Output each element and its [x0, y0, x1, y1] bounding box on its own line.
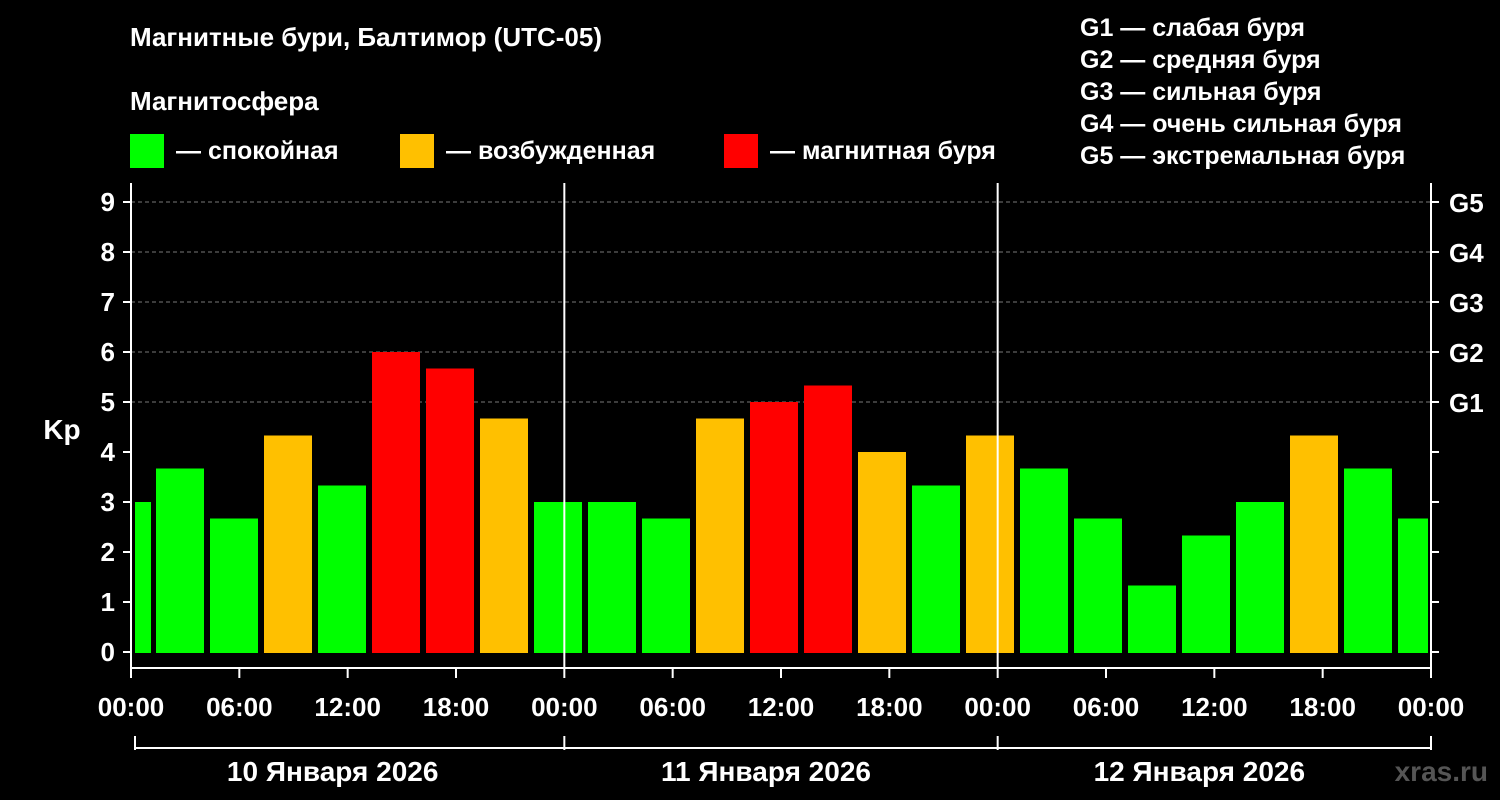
kp-bar: [1074, 518, 1122, 653]
kp-bar: [858, 452, 906, 653]
y-tick-label: 1: [101, 587, 115, 617]
kp-bar: [912, 485, 960, 653]
kp-bar: [696, 418, 744, 653]
kp-bar: [1398, 518, 1428, 653]
kp-bar: [750, 402, 798, 653]
kp-bar: [804, 385, 852, 653]
kp-bar: [210, 518, 258, 653]
kp-bar: [1128, 585, 1176, 653]
y-tick-label: 6: [101, 337, 115, 367]
x-tick-label: 06:00: [206, 692, 273, 722]
kp-bar: [1020, 468, 1068, 653]
x-tick-label: 12:00: [748, 692, 815, 722]
y-tick-label: 3: [101, 487, 115, 517]
kp-bar: [480, 418, 528, 653]
kp-bar: [1236, 502, 1284, 653]
x-tick-label: 00:00: [531, 692, 598, 722]
day-label: 12 Января 2026: [1094, 756, 1306, 787]
x-tick-label: 00:00: [98, 692, 165, 722]
day-label: 11 Января 2026: [661, 756, 871, 787]
y-tick-label: 5: [101, 387, 115, 417]
y-tick-label: 4: [101, 437, 116, 467]
x-tick-label: 00:00: [1398, 692, 1465, 722]
x-tick-label: 18:00: [1289, 692, 1356, 722]
watermark: xras.ru: [1394, 756, 1488, 787]
x-tick-label: 12:00: [1181, 692, 1248, 722]
kp-bar: [318, 485, 366, 653]
day-label: 10 Января 2026: [227, 756, 439, 787]
kp-bar: [966, 435, 1014, 653]
x-tick-label: 12:00: [314, 692, 381, 722]
kp-bar: [372, 352, 420, 653]
g-level-label: G4: [1449, 238, 1484, 268]
x-tick-label: 18:00: [856, 692, 923, 722]
kp-bar: [1290, 435, 1338, 653]
kp-bar: [426, 368, 474, 653]
kp-bar: [588, 502, 636, 653]
kp-bar: [135, 502, 151, 653]
g-level-label: G2: [1449, 338, 1484, 368]
y-tick-label: 7: [101, 287, 115, 317]
y-axis-label: Kp: [43, 414, 80, 445]
kp-bar: [156, 468, 204, 653]
g-level-label: G5: [1449, 188, 1484, 218]
g-level-label: G1: [1449, 388, 1484, 418]
kp-bar: [1182, 535, 1230, 653]
y-tick-label: 9: [101, 187, 115, 217]
y-tick-label: 8: [101, 237, 115, 267]
kp-chart: 0 1 2 3 4 5 6 7 8 9 G1 G2 G3 G4 G5 Kp 00:00 06:00 12:00 18:…: [43, 183, 1484, 787]
kp-bar: [642, 518, 690, 653]
x-tick-label: 18:00: [423, 692, 490, 722]
x-tick-label: 00:00: [964, 692, 1031, 722]
kp-bar: [1344, 468, 1392, 653]
y-tick-label: 2: [101, 537, 115, 567]
x-tick-label: 06:00: [639, 692, 706, 722]
y-tick-label: 0: [101, 637, 115, 667]
kp-bar: [534, 502, 582, 653]
kp-bar: [264, 435, 312, 653]
g-level-label: G3: [1449, 288, 1484, 318]
x-tick-label: 06:00: [1073, 692, 1140, 722]
